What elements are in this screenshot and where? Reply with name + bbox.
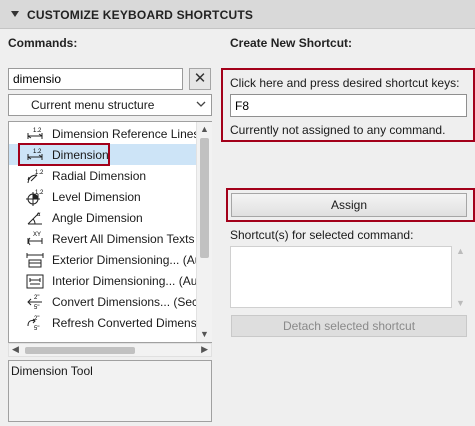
svg-text:2": 2": [34, 295, 39, 301]
scrollbar-thumb[interactable]: [200, 138, 209, 258]
list-item-label: Revert All Dimension Texts to: [52, 232, 197, 246]
list-item-angle-dimension[interactable]: α Angle Dimension: [9, 207, 197, 228]
refresh-converted-dimensions-icon: 2" 5": [27, 316, 39, 332]
svg-text:5": 5": [34, 326, 39, 332]
assign-button[interactable]: Assign: [231, 193, 467, 217]
assigned-shortcuts-scrollbar[interactable]: ▲ ▼: [455, 246, 467, 308]
revert-dimension-texts-icon: XY: [27, 232, 43, 246]
collapse-triangle-icon[interactable]: [11, 11, 19, 17]
menu-structure-value: Current menu structure: [31, 98, 155, 112]
scroll-left-arrow-icon[interactable]: ◀: [12, 344, 19, 355]
detach-shortcut-button[interactable]: Detach selected shortcut: [231, 315, 467, 337]
command-description: Dimension Tool: [8, 360, 212, 422]
list-item-label: Dimension Reference Lines: [52, 127, 197, 141]
level-dimension-icon: 1.2: [26, 190, 44, 206]
create-shortcut-label: Create New Shortcut:: [230, 36, 353, 50]
list-item-exterior-dimensioning[interactable]: Exterior Dimensioning... (Aut: [9, 249, 197, 270]
chevron-down-icon: [196, 97, 206, 114]
list-item-label: Level Dimension: [52, 190, 141, 204]
list-item-refresh-converted-dimensions[interactable]: 2" 5" Refresh Converted Dimensic: [9, 312, 197, 333]
convert-dimensions-icon: 2" 5": [27, 295, 42, 311]
svg-text:XY: XY: [33, 232, 41, 238]
svg-text:5": 5": [34, 305, 39, 311]
shortcut-key-input[interactable]: [230, 94, 467, 117]
command-list-horizontal-scrollbar[interactable]: ◀ ▶: [8, 343, 212, 357]
shortcut-prompt-label: Click here and press desired shortcut ke…: [230, 76, 460, 90]
list-item-dimension-reference-lines[interactable]: 1.2 Dimension Reference Lines: [9, 123, 197, 144]
clear-search-button[interactable]: ✕: [189, 68, 211, 90]
section-title: CUSTOMIZE KEYBOARD SHORTCUTS: [27, 8, 254, 22]
assigned-shortcuts-list[interactable]: [230, 246, 452, 308]
dimension-reference-lines-icon: 1.2: [27, 128, 43, 139]
list-item-label: Interior Dimensioning... (Aut: [52, 274, 197, 288]
scrollbar-thumb[interactable]: [25, 347, 135, 354]
highlight-dimension-item: [18, 143, 110, 166]
angle-dimension-icon: α: [27, 212, 42, 225]
list-item-label: Refresh Converted Dimensic: [52, 316, 197, 330]
menu-structure-select[interactable]: Current menu structure: [8, 94, 212, 116]
list-item-convert-dimensions[interactable]: 2" 5" Convert Dimensions... (Secor: [9, 291, 197, 312]
scroll-right-arrow-icon[interactable]: ▶: [201, 344, 208, 355]
section-header[interactable]: CUSTOMIZE KEYBOARD SHORTCUTS: [0, 0, 475, 29]
command-list-vertical-scrollbar[interactable]: ▲ ▼: [196, 122, 212, 342]
shortcuts-for-command-label: Shortcut(s) for selected command:: [230, 228, 414, 242]
radial-dimension-icon: 1.2: [27, 170, 44, 184]
scroll-down-arrow-icon[interactable]: ▼: [456, 298, 465, 308]
list-item-label: Angle Dimension: [52, 211, 143, 225]
close-icon: ✕: [193, 70, 207, 87]
interior-dimensioning-icon: [26, 274, 44, 289]
commands-label: Commands:: [8, 36, 78, 50]
command-search-input[interactable]: [8, 68, 183, 90]
list-item-label: Radial Dimension: [52, 169, 147, 183]
exterior-dimensioning-icon: [26, 253, 44, 268]
list-item-radial-dimension[interactable]: 1.2 Radial Dimension: [9, 165, 197, 186]
svg-text:1.2: 1.2: [33, 128, 42, 134]
scroll-up-arrow-icon[interactable]: ▲: [200, 124, 209, 134]
list-item-revert-dimension-texts[interactable]: XY Revert All Dimension Texts to: [9, 228, 197, 249]
scroll-down-arrow-icon[interactable]: ▼: [200, 329, 209, 339]
assignment-status-text: Currently not assigned to any command.: [230, 123, 446, 137]
list-item-level-dimension[interactable]: 1.2 Level Dimension: [9, 186, 197, 207]
list-item-interior-dimensioning[interactable]: Interior Dimensioning... (Aut: [9, 270, 197, 291]
list-item-label: Exterior Dimensioning... (Aut: [52, 253, 197, 267]
scroll-up-arrow-icon[interactable]: ▲: [456, 246, 465, 256]
list-item-label: Convert Dimensions... (Secor: [52, 295, 197, 309]
